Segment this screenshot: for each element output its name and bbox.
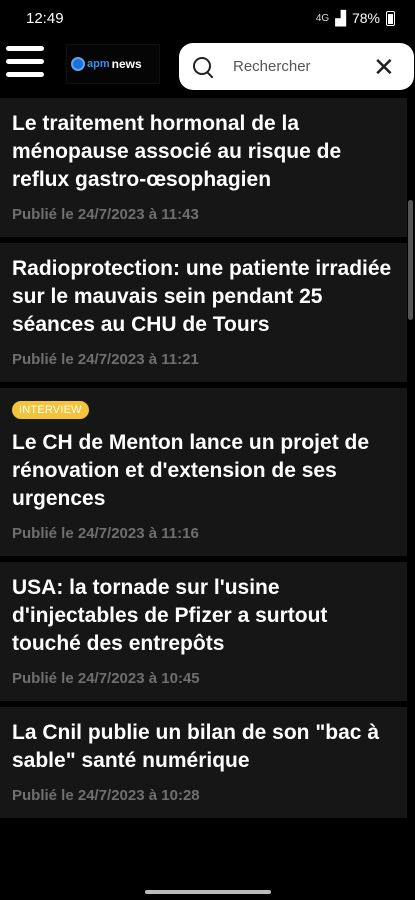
article-card[interactable]: Radioprotection: une patiente irradiée s…	[0, 243, 407, 382]
signal-icon: 4G	[315, 12, 330, 24]
logo-text-news: news	[111, 57, 142, 71]
article-date: Publié le 24/7/2023 à 11:16	[12, 525, 199, 542]
menu-bar-icon	[6, 46, 44, 51]
app-header: apm news ✕	[0, 36, 415, 98]
status-time: 12:49	[26, 9, 64, 27]
article-card[interactable]: USA: la tornade sur l'usine d'injectable…	[0, 562, 407, 701]
status-icons: 4G ▟ 78%	[316, 10, 395, 27]
logo-circle-icon	[71, 57, 85, 71]
logo-text-apm: apm	[87, 58, 110, 70]
article-title[interactable]: La Cnil publie un bilan de son "bac à sa…	[12, 719, 395, 775]
menu-button[interactable]	[6, 42, 44, 82]
article-title[interactable]: Radioprotection: une patiente irradiée s…	[12, 255, 395, 339]
gesture-nav-handle[interactable]	[145, 890, 271, 894]
article-card[interactable]: La Cnil publie un bilan de son "bac à sa…	[0, 707, 407, 818]
article-date: Publié le 24/7/2023 à 10:28	[12, 787, 200, 804]
news-feed[interactable]: Le traitement hormonal de la ménopause a…	[0, 98, 415, 880]
article-date: Publié le 24/7/2023 à 11:43	[12, 206, 199, 223]
close-icon[interactable]: ✕	[373, 54, 395, 80]
article-title[interactable]: USA: la tornade sur l'usine d'injectable…	[12, 574, 395, 658]
article-card[interactable]: INTERVIEW Le CH de Menton lance un proje…	[0, 388, 407, 556]
apmnews-logo[interactable]: apm news	[66, 44, 160, 84]
search-input[interactable]	[231, 57, 355, 76]
article-date: Publié le 24/7/2023 à 11:21	[12, 351, 199, 368]
article-date: Publié le 24/7/2023 à 10:45	[12, 670, 200, 687]
search-icon[interactable]	[193, 56, 213, 77]
search-box[interactable]: ✕	[179, 43, 414, 90]
article-title[interactable]: Le CH de Menton lance un projet de rénov…	[12, 429, 395, 513]
article-card[interactable]: Le traitement hormonal de la ménopause a…	[0, 98, 407, 237]
menu-bar-icon	[6, 72, 44, 77]
scrollbar[interactable]	[408, 200, 413, 320]
menu-bar-icon	[6, 59, 44, 64]
signal-bars-icon: ▟	[335, 9, 346, 26]
interview-badge: INTERVIEW	[12, 401, 89, 419]
battery-icon	[386, 10, 395, 26]
status-bar: 12:49 4G ▟ 78%	[0, 0, 415, 36]
battery-level: 78%	[351, 10, 380, 26]
article-title[interactable]: Le traitement hormonal de la ménopause a…	[12, 110, 395, 194]
